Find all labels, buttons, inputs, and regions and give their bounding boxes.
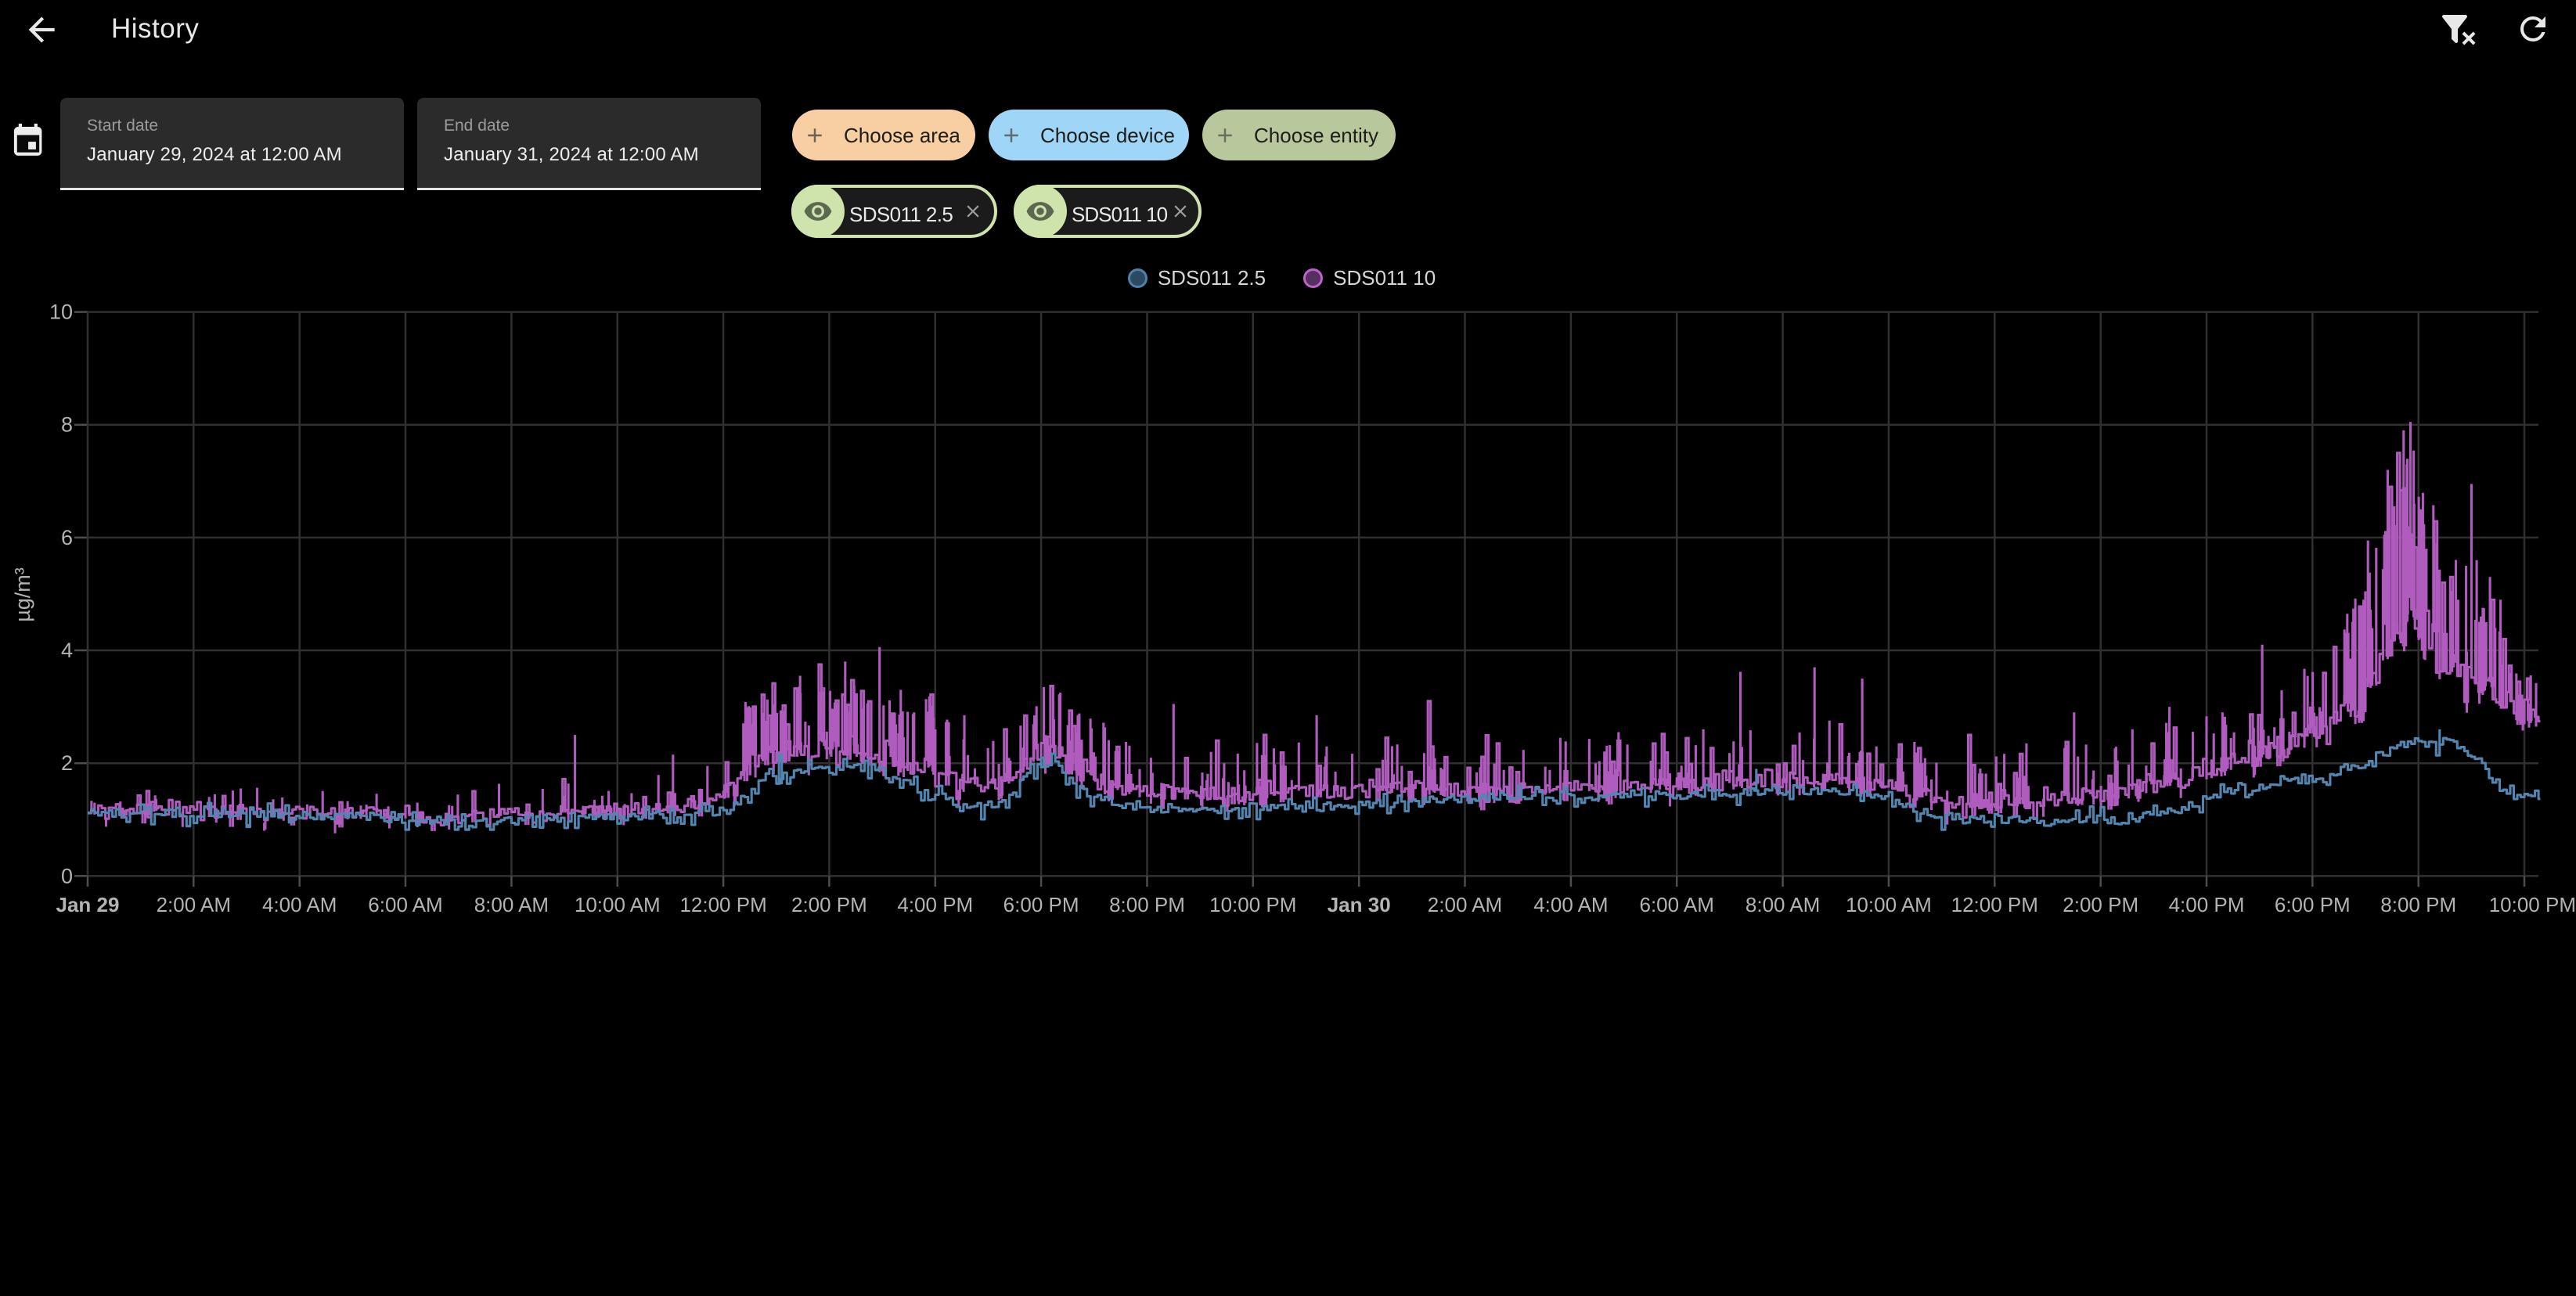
svg-text:4:00 PM: 4:00 PM (897, 893, 973, 916)
svg-text:2:00 AM: 2:00 AM (157, 893, 231, 916)
svg-text:4:00 PM: 4:00 PM (2169, 893, 2245, 916)
svg-text:8:00 PM: 8:00 PM (1109, 893, 1185, 916)
svg-text:Jan 30: Jan 30 (1328, 893, 1391, 916)
svg-text:2:00 PM: 2:00 PM (2063, 893, 2138, 916)
svg-text:10:00 AM: 10:00 AM (575, 893, 661, 916)
svg-text:0: 0 (61, 864, 73, 887)
svg-text:2:00 AM: 2:00 AM (1428, 893, 1502, 916)
svg-text:10:00 PM: 10:00 PM (1209, 893, 1296, 916)
svg-text:6:00 AM: 6:00 AM (1639, 893, 1713, 916)
svg-text:12:00 PM: 12:00 PM (679, 893, 766, 916)
svg-text:4: 4 (61, 639, 73, 662)
svg-text:µg/m³: µg/m³ (11, 567, 34, 622)
svg-text:2:00 PM: 2:00 PM (791, 893, 867, 916)
svg-text:4:00 AM: 4:00 AM (262, 893, 337, 916)
svg-text:10: 10 (49, 301, 73, 324)
svg-text:8: 8 (61, 413, 73, 437)
svg-text:10:00 PM: 10:00 PM (2489, 893, 2576, 916)
svg-text:8:00 AM: 8:00 AM (1746, 893, 1820, 916)
svg-text:8:00 AM: 8:00 AM (474, 893, 549, 916)
svg-text:Jan 29: Jan 29 (56, 893, 120, 916)
svg-text:12:00 PM: 12:00 PM (1951, 893, 2038, 916)
svg-text:6:00 PM: 6:00 PM (2275, 893, 2351, 916)
svg-text:8:00 PM: 8:00 PM (2380, 893, 2456, 916)
svg-text:10:00 AM: 10:00 AM (1846, 893, 1932, 916)
svg-text:2: 2 (61, 751, 73, 775)
svg-text:6:00 PM: 6:00 PM (1003, 893, 1079, 916)
svg-text:4:00 AM: 4:00 AM (1533, 893, 1608, 916)
svg-text:6: 6 (61, 526, 73, 549)
svg-text:6:00 AM: 6:00 AM (368, 893, 442, 916)
